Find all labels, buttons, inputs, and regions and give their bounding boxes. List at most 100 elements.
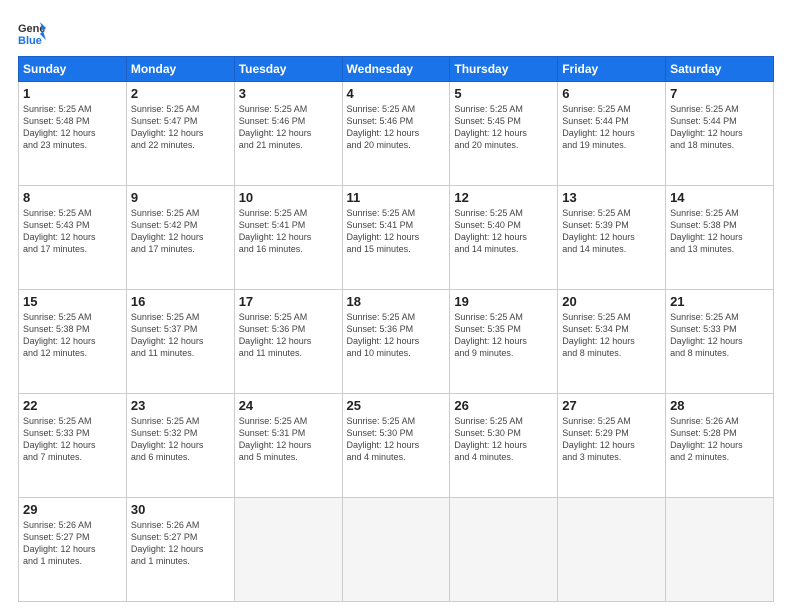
- day-info: Sunrise: 5:25 AMSunset: 5:44 PMDaylight:…: [670, 104, 743, 150]
- day-info: Sunrise: 5:26 AMSunset: 5:27 PMDaylight:…: [131, 520, 204, 566]
- calendar-cell: 15 Sunrise: 5:25 AMSunset: 5:38 PMDaylig…: [19, 290, 127, 394]
- calendar-cell: 29 Sunrise: 5:26 AMSunset: 5:27 PMDaylig…: [19, 498, 127, 602]
- day-number: 27: [562, 398, 661, 413]
- calendar-cell: 6 Sunrise: 5:25 AMSunset: 5:44 PMDayligh…: [558, 82, 666, 186]
- calendar-cell: 25 Sunrise: 5:25 AMSunset: 5:30 PMDaylig…: [342, 394, 450, 498]
- day-info: Sunrise: 5:25 AMSunset: 5:41 PMDaylight:…: [347, 208, 420, 254]
- calendar-cell: 19 Sunrise: 5:25 AMSunset: 5:35 PMDaylig…: [450, 290, 558, 394]
- day-number: 6: [562, 86, 661, 101]
- day-number: 25: [347, 398, 446, 413]
- calendar-cell: 12 Sunrise: 5:25 AMSunset: 5:40 PMDaylig…: [450, 186, 558, 290]
- day-number: 14: [670, 190, 769, 205]
- day-number: 2: [131, 86, 230, 101]
- day-info: Sunrise: 5:25 AMSunset: 5:34 PMDaylight:…: [562, 312, 635, 358]
- day-number: 3: [239, 86, 338, 101]
- day-info: Sunrise: 5:25 AMSunset: 5:38 PMDaylight:…: [23, 312, 96, 358]
- calendar-table: SundayMondayTuesdayWednesdayThursdayFrid…: [18, 56, 774, 602]
- day-info: Sunrise: 5:25 AMSunset: 5:48 PMDaylight:…: [23, 104, 96, 150]
- day-info: Sunrise: 5:25 AMSunset: 5:32 PMDaylight:…: [131, 416, 204, 462]
- day-number: 5: [454, 86, 553, 101]
- day-info: Sunrise: 5:25 AMSunset: 5:41 PMDaylight:…: [239, 208, 312, 254]
- header: General Blue: [18, 18, 774, 46]
- calendar-cell: 14 Sunrise: 5:25 AMSunset: 5:38 PMDaylig…: [666, 186, 774, 290]
- calendar-cell: 26 Sunrise: 5:25 AMSunset: 5:30 PMDaylig…: [450, 394, 558, 498]
- day-info: Sunrise: 5:25 AMSunset: 5:43 PMDaylight:…: [23, 208, 96, 254]
- day-info: Sunrise: 5:25 AMSunset: 5:36 PMDaylight:…: [239, 312, 312, 358]
- calendar-week-1: 1 Sunrise: 5:25 AMSunset: 5:48 PMDayligh…: [19, 82, 774, 186]
- calendar-cell: 11 Sunrise: 5:25 AMSunset: 5:41 PMDaylig…: [342, 186, 450, 290]
- weekday-header-thursday: Thursday: [450, 57, 558, 82]
- calendar-cell: [450, 498, 558, 602]
- day-info: Sunrise: 5:26 AMSunset: 5:27 PMDaylight:…: [23, 520, 96, 566]
- calendar-cell: 1 Sunrise: 5:25 AMSunset: 5:48 PMDayligh…: [19, 82, 127, 186]
- day-number: 1: [23, 86, 122, 101]
- calendar-cell: 8 Sunrise: 5:25 AMSunset: 5:43 PMDayligh…: [19, 186, 127, 290]
- weekday-header-sunday: Sunday: [19, 57, 127, 82]
- calendar-cell: 16 Sunrise: 5:25 AMSunset: 5:37 PMDaylig…: [126, 290, 234, 394]
- calendar-cell: 5 Sunrise: 5:25 AMSunset: 5:45 PMDayligh…: [450, 82, 558, 186]
- day-number: 22: [23, 398, 122, 413]
- day-number: 19: [454, 294, 553, 309]
- day-info: Sunrise: 5:25 AMSunset: 5:46 PMDaylight:…: [239, 104, 312, 150]
- weekday-header-friday: Friday: [558, 57, 666, 82]
- calendar-cell: 22 Sunrise: 5:25 AMSunset: 5:33 PMDaylig…: [19, 394, 127, 498]
- calendar-week-3: 15 Sunrise: 5:25 AMSunset: 5:38 PMDaylig…: [19, 290, 774, 394]
- day-info: Sunrise: 5:25 AMSunset: 5:46 PMDaylight:…: [347, 104, 420, 150]
- day-info: Sunrise: 5:25 AMSunset: 5:35 PMDaylight:…: [454, 312, 527, 358]
- calendar-cell: [558, 498, 666, 602]
- day-number: 7: [670, 86, 769, 101]
- weekday-header-row: SundayMondayTuesdayWednesdayThursdayFrid…: [19, 57, 774, 82]
- calendar-cell: 27 Sunrise: 5:25 AMSunset: 5:29 PMDaylig…: [558, 394, 666, 498]
- day-number: 17: [239, 294, 338, 309]
- calendar-week-2: 8 Sunrise: 5:25 AMSunset: 5:43 PMDayligh…: [19, 186, 774, 290]
- day-number: 30: [131, 502, 230, 517]
- calendar-cell: 23 Sunrise: 5:25 AMSunset: 5:32 PMDaylig…: [126, 394, 234, 498]
- calendar-cell: 2 Sunrise: 5:25 AMSunset: 5:47 PMDayligh…: [126, 82, 234, 186]
- calendar-cell: [666, 498, 774, 602]
- day-info: Sunrise: 5:25 AMSunset: 5:33 PMDaylight:…: [670, 312, 743, 358]
- calendar-cell: [342, 498, 450, 602]
- calendar-cell: 21 Sunrise: 5:25 AMSunset: 5:33 PMDaylig…: [666, 290, 774, 394]
- day-number: 24: [239, 398, 338, 413]
- weekday-header-tuesday: Tuesday: [234, 57, 342, 82]
- day-number: 4: [347, 86, 446, 101]
- calendar-cell: 30 Sunrise: 5:26 AMSunset: 5:27 PMDaylig…: [126, 498, 234, 602]
- day-number: 26: [454, 398, 553, 413]
- day-info: Sunrise: 5:25 AMSunset: 5:47 PMDaylight:…: [131, 104, 204, 150]
- day-info: Sunrise: 5:25 AMSunset: 5:30 PMDaylight:…: [454, 416, 527, 462]
- day-info: Sunrise: 5:25 AMSunset: 5:29 PMDaylight:…: [562, 416, 635, 462]
- calendar-cell: [234, 498, 342, 602]
- day-info: Sunrise: 5:25 AMSunset: 5:45 PMDaylight:…: [454, 104, 527, 150]
- day-number: 10: [239, 190, 338, 205]
- day-info: Sunrise: 5:25 AMSunset: 5:36 PMDaylight:…: [347, 312, 420, 358]
- calendar-cell: 3 Sunrise: 5:25 AMSunset: 5:46 PMDayligh…: [234, 82, 342, 186]
- calendar-cell: 10 Sunrise: 5:25 AMSunset: 5:41 PMDaylig…: [234, 186, 342, 290]
- day-number: 13: [562, 190, 661, 205]
- calendar-body: 1 Sunrise: 5:25 AMSunset: 5:48 PMDayligh…: [19, 82, 774, 602]
- calendar-cell: 4 Sunrise: 5:25 AMSunset: 5:46 PMDayligh…: [342, 82, 450, 186]
- day-info: Sunrise: 5:25 AMSunset: 5:42 PMDaylight:…: [131, 208, 204, 254]
- calendar-cell: 24 Sunrise: 5:25 AMSunset: 5:31 PMDaylig…: [234, 394, 342, 498]
- day-number: 12: [454, 190, 553, 205]
- day-info: Sunrise: 5:25 AMSunset: 5:40 PMDaylight:…: [454, 208, 527, 254]
- logo: General Blue: [18, 18, 50, 46]
- calendar-cell: 13 Sunrise: 5:25 AMSunset: 5:39 PMDaylig…: [558, 186, 666, 290]
- day-info: Sunrise: 5:26 AMSunset: 5:28 PMDaylight:…: [670, 416, 743, 462]
- day-number: 28: [670, 398, 769, 413]
- day-number: 18: [347, 294, 446, 309]
- day-info: Sunrise: 5:25 AMSunset: 5:44 PMDaylight:…: [562, 104, 635, 150]
- day-number: 8: [23, 190, 122, 205]
- day-info: Sunrise: 5:25 AMSunset: 5:31 PMDaylight:…: [239, 416, 312, 462]
- day-info: Sunrise: 5:25 AMSunset: 5:30 PMDaylight:…: [347, 416, 420, 462]
- day-info: Sunrise: 5:25 AMSunset: 5:33 PMDaylight:…: [23, 416, 96, 462]
- page: General Blue SundayMondayTuesdayWednesda…: [0, 0, 792, 612]
- calendar-cell: 28 Sunrise: 5:26 AMSunset: 5:28 PMDaylig…: [666, 394, 774, 498]
- calendar-cell: 18 Sunrise: 5:25 AMSunset: 5:36 PMDaylig…: [342, 290, 450, 394]
- calendar-cell: 9 Sunrise: 5:25 AMSunset: 5:42 PMDayligh…: [126, 186, 234, 290]
- day-number: 21: [670, 294, 769, 309]
- day-number: 9: [131, 190, 230, 205]
- calendar-cell: 17 Sunrise: 5:25 AMSunset: 5:36 PMDaylig…: [234, 290, 342, 394]
- weekday-header-saturday: Saturday: [666, 57, 774, 82]
- day-number: 15: [23, 294, 122, 309]
- svg-text:Blue: Blue: [18, 35, 42, 46]
